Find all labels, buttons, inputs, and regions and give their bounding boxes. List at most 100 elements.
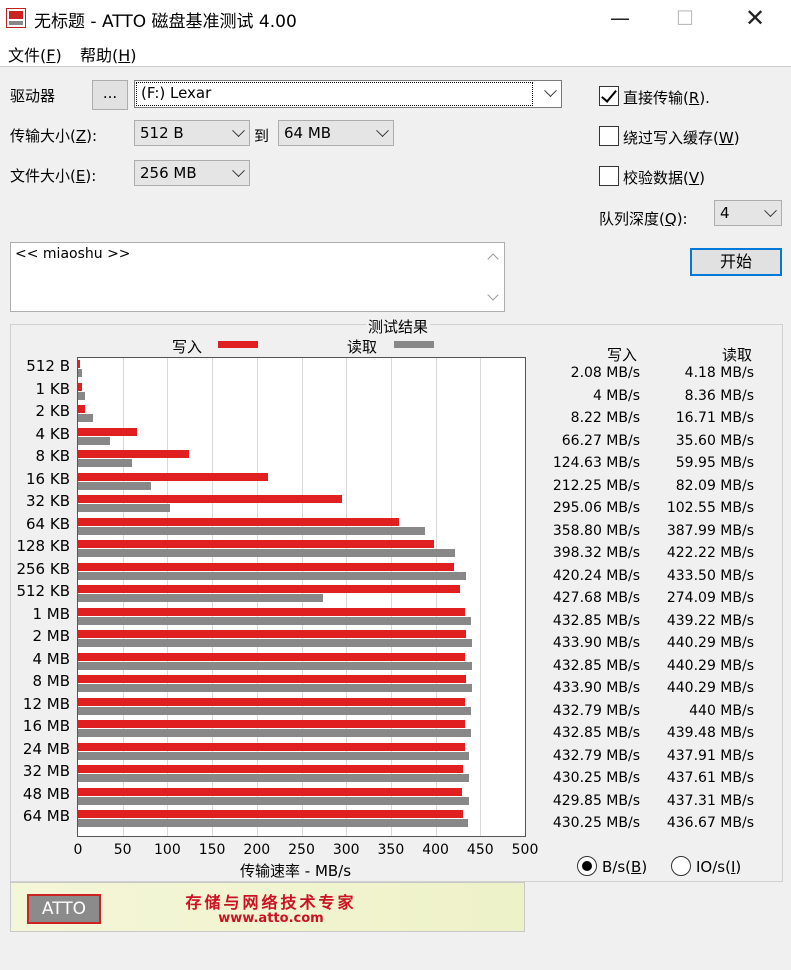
menu-help[interactable]: 帮助(H) (80, 42, 137, 66)
x-tick-label: 450 (466, 842, 494, 858)
bar-read (78, 549, 456, 557)
verify-data-checkbox[interactable] (599, 166, 619, 186)
x-tick-label: 0 (73, 842, 83, 858)
read-value: 436.67 MB/s (666, 815, 754, 831)
bar-write (78, 517, 399, 526)
unit-ios-radio[interactable] (671, 856, 691, 876)
bar-write (78, 675, 466, 683)
unit-bs-radio[interactable] (577, 856, 597, 876)
column-header-read: 读取 (722, 346, 753, 364)
bar-read (78, 729, 471, 737)
read-value: 422.22 MB/s (666, 545, 754, 561)
read-value: 437.61 MB/s (666, 770, 754, 786)
x-tick-label: 150 (198, 842, 226, 858)
bar-write (78, 427, 138, 436)
transfer-size-row-label: 48 MB (22, 784, 70, 803)
chevron-down-icon (232, 124, 245, 138)
bar-read (78, 639, 472, 647)
chevron-down-icon (764, 204, 777, 218)
bar-write (78, 562, 454, 571)
bar-read (78, 436, 110, 445)
write-value: 429.85 MB/s (552, 792, 640, 809)
write-value: 433.90 MB/s (552, 635, 640, 651)
read-value: 440.29 MB/s (666, 657, 754, 674)
read-value: 440.29 MB/s (666, 680, 754, 696)
to-label: 到 (254, 127, 270, 145)
bar-read (78, 526, 425, 535)
start-button[interactable]: 开始 (690, 248, 782, 276)
read-value: 440.29 MB/s (666, 635, 754, 651)
transfer-size-row-label: 64 KB (26, 514, 70, 533)
bar-write (78, 810, 463, 818)
description-textarea[interactable]: << miaoshu >> (10, 242, 505, 312)
transfer-size-row-label: 32 KB (26, 492, 70, 510)
bar-read (78, 796, 469, 805)
banner-tagline: 存储与网络技术专家 (185, 893, 357, 912)
bar-read (78, 774, 470, 782)
x-tick-label: 200 (243, 842, 271, 858)
bar-read (78, 391, 86, 400)
write-value: 420.24 MB/s (552, 567, 640, 584)
queue-depth-select[interactable]: 4 (714, 200, 782, 226)
close-button[interactable]: ✕ (720, 0, 790, 38)
read-value: 437.91 MB/s (666, 747, 754, 764)
maximize-button[interactable]: ☐ (650, 0, 720, 38)
write-value: 358.80 MB/s (552, 522, 640, 539)
column-header-write: 写入 (607, 346, 638, 364)
write-value: 398.32 MB/s (552, 545, 640, 561)
write-value: 432.79 MB/s (552, 702, 640, 719)
drive-select[interactable]: (F:) Lexar (134, 80, 562, 108)
read-value: 274.09 MB/s (666, 590, 754, 606)
x-tick-label: 350 (377, 842, 405, 858)
x-tick-label: 300 (332, 842, 360, 858)
file-size-select[interactable]: 256 MB (134, 160, 250, 186)
write-value: 66.27 MB/s (561, 432, 640, 449)
unit-ios-label: IO/s(I) (696, 858, 742, 876)
read-value: 102.55 MB/s (666, 500, 754, 516)
write-value: 432.85 MB/s (552, 657, 640, 674)
transfer-size-row-label: 8 MB (32, 672, 70, 690)
scroll-down-icon[interactable] (487, 289, 499, 301)
x-axis-label: 传输速率 - MB/s (240, 862, 352, 880)
bar-write (78, 450, 190, 458)
transfer-size-row-label: 4 MB (32, 649, 70, 668)
transfer-size-row-label: 12 MB (22, 694, 70, 713)
direct-io-checkbox[interactable] (599, 86, 619, 106)
minimize-button[interactable]: — (585, 0, 655, 38)
x-tick-label: 250 (288, 842, 315, 858)
write-value: 433.90 MB/s (552, 680, 640, 696)
browse-button[interactable]: ... (92, 80, 128, 110)
legend-read-label: 读取 (347, 338, 378, 356)
transfer-to-select[interactable]: 64 MB (278, 120, 394, 146)
read-value: 59.95 MB/s (675, 455, 754, 471)
transfer-size-row-label: 16 KB (26, 469, 70, 488)
transfer-size-row-label: 64 MB (22, 807, 70, 825)
legend-write-label: 写入 (172, 338, 203, 356)
bar-read (78, 571, 466, 580)
transfer-size-row-label: 24 MB (22, 739, 70, 758)
direct-io-label: 直接传输(R). (623, 89, 710, 107)
bar-read (78, 661, 472, 670)
x-tick-label: 500 (511, 842, 539, 858)
transfer-from-select[interactable]: 512 B (134, 120, 250, 146)
read-value: 4.18 MB/s (684, 365, 754, 381)
unit-bs-label: B/s(B) (602, 858, 648, 876)
chevron-down-icon (544, 84, 557, 98)
atto-banner[interactable]: ATTO 存储与网络技术专家 www.atto.com (10, 882, 525, 932)
transfer-size-row-label: 1 MB (32, 604, 70, 623)
chevron-down-icon (376, 124, 389, 138)
read-value: 440 MB/s (689, 702, 754, 719)
scroll-up-icon[interactable] (487, 253, 499, 265)
bar-read (78, 684, 472, 692)
bar-read (78, 504, 170, 512)
menu-file[interactable]: 文件(F) (8, 42, 62, 66)
bar-read (78, 751, 470, 760)
write-value: 4 MB/s (592, 387, 640, 404)
transfer-size-row-label: 512 KB (16, 582, 70, 600)
bar-read (78, 706, 472, 715)
transfer-size-row-label: 8 KB (35, 447, 70, 465)
bar-write (78, 585, 461, 593)
description-scrollbar[interactable] (484, 243, 504, 311)
bypass-cache-checkbox[interactable] (599, 126, 619, 146)
read-value: 439.22 MB/s (666, 612, 754, 629)
